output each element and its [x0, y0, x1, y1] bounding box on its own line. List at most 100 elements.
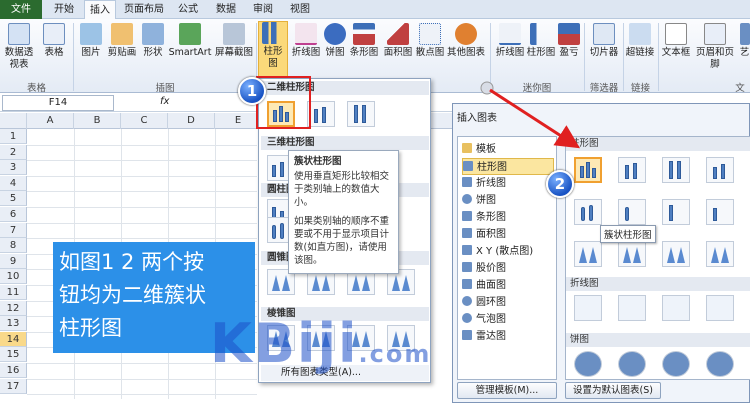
dialog-cone-option-4[interactable]: [706, 241, 734, 267]
sparkline-line-button[interactable]: 折线图: [494, 23, 526, 59]
name-box[interactable]: F14: [2, 95, 114, 111]
dialog-pie-option-4[interactable]: [706, 351, 734, 377]
dialog-pie-option-2[interactable]: [618, 351, 646, 377]
row-header[interactable]: 14: [0, 331, 27, 347]
list-item-scatter[interactable]: X Y (散点图): [462, 243, 554, 260]
button-label: 页眉和页脚: [695, 47, 734, 70]
tab-home[interactable]: 开始: [47, 0, 81, 19]
percent-column-2d-option[interactable]: [347, 101, 375, 127]
button-label: 折线图: [291, 47, 321, 58]
area-chart-button[interactable]: 面积图: [382, 23, 414, 59]
dialog-cone-option-1[interactable]: [574, 241, 602, 267]
bar-chart-button[interactable]: 条形图: [348, 23, 380, 59]
tab-insert[interactable]: 插入: [84, 0, 116, 20]
scatter-chart-button[interactable]: 散点图: [414, 23, 446, 59]
pivot-table-button[interactable]: 数据透视表: [2, 23, 36, 71]
dialog-pie-option-1[interactable]: [574, 351, 602, 377]
other-charts-button[interactable]: 其他图表: [446, 23, 486, 59]
list-item-radar[interactable]: 雷达图: [462, 328, 554, 345]
line-chart-button[interactable]: 折线图: [290, 23, 322, 59]
surface-icon: [462, 279, 472, 289]
column-chart-button[interactable]: 柱形图: [258, 21, 288, 79]
smartart-button[interactable]: SmartArt: [168, 23, 212, 59]
column-header-b[interactable]: B: [74, 113, 121, 129]
stacked-column-2d-option[interactable]: [307, 101, 335, 127]
screenshot-button[interactable]: 屏幕截图: [214, 23, 254, 59]
list-item-pie[interactable]: 饼图: [462, 192, 554, 209]
row-header[interactable]: 7: [0, 222, 27, 238]
row-header[interactable]: 2: [0, 144, 27, 160]
list-item-doughnut[interactable]: 圆环图: [462, 294, 554, 311]
tab-page-layout[interactable]: 页面布局: [120, 0, 168, 19]
button-label: 文本框: [661, 47, 691, 58]
wordart-button[interactable]: 艺: [739, 23, 750, 59]
dialog-cone-option-3[interactable]: [662, 241, 690, 267]
list-item-column[interactable]: 柱形图: [462, 158, 554, 175]
list-item-bar[interactable]: 条形图: [462, 209, 554, 226]
select-all-corner[interactable]: [0, 113, 27, 129]
slicer-button[interactable]: 切片器: [588, 23, 620, 59]
row-header[interactable]: 5: [0, 191, 27, 207]
manage-templates-button[interactable]: 管理模板(M)...: [457, 382, 557, 399]
button-label: 剪贴画: [107, 47, 137, 58]
pie-chart-button[interactable]: 饼图: [324, 23, 346, 59]
gridline: [27, 191, 257, 193]
dialog-column-option-2[interactable]: [618, 157, 646, 183]
list-item-bubble[interactable]: 气泡图: [462, 311, 554, 328]
table-button[interactable]: 表格: [40, 23, 68, 59]
clipart-button[interactable]: 剪贴画: [106, 23, 138, 59]
tab-formulas[interactable]: 公式: [172, 0, 204, 19]
list-item-area[interactable]: 面积图: [462, 226, 554, 243]
column-header-e[interactable]: E: [215, 113, 262, 129]
tab-file[interactable]: 文件: [0, 0, 42, 19]
dialog-line-option-3[interactable]: [662, 295, 690, 321]
row-header[interactable]: 6: [0, 207, 27, 222]
header-footer-button[interactable]: 页眉和页脚: [692, 23, 738, 71]
sparkline-column-button[interactable]: 柱形图: [526, 23, 556, 59]
dialog-cone-option-2[interactable]: [618, 241, 646, 267]
gridline: [27, 207, 257, 208]
row-header[interactable]: 16: [0, 363, 27, 378]
button-label: 屏幕截图: [214, 47, 253, 58]
row-header[interactable]: 3: [0, 160, 27, 176]
dialog-pie-option-3[interactable]: [662, 351, 690, 377]
dialog-column-option-5[interactable]: [574, 199, 602, 225]
button-label: 面积图: [383, 47, 413, 58]
shapes-button[interactable]: 形状: [140, 23, 166, 59]
sparkline-winloss-button[interactable]: 盈亏: [558, 23, 580, 59]
row-header[interactable]: 12: [0, 300, 27, 316]
list-item-line[interactable]: 折线图: [462, 175, 554, 192]
list-item-surface[interactable]: 曲面图: [462, 277, 554, 294]
dialog-column-option-4[interactable]: [706, 157, 734, 183]
dialog-clustered-column-option[interactable]: [574, 157, 602, 183]
set-default-chart-button[interactable]: 设置为默认图表(S): [565, 382, 661, 399]
row-header[interactable]: 13: [0, 316, 27, 332]
row-header[interactable]: 11: [0, 285, 27, 300]
other-charts-icon: [455, 23, 477, 45]
tab-data[interactable]: 数据: [210, 0, 242, 19]
picture-button[interactable]: 图片: [78, 23, 104, 59]
tab-view[interactable]: 视图: [284, 0, 316, 19]
dialog-column-option-6[interactable]: [618, 199, 646, 225]
dialog-line-option-2[interactable]: [618, 295, 646, 321]
row-header[interactable]: 1: [0, 129, 27, 144]
column-header-d[interactable]: D: [168, 113, 215, 129]
row-header[interactable]: 9: [0, 253, 27, 269]
list-item-stock[interactable]: 股价图: [462, 260, 554, 277]
dialog-column-option-3[interactable]: [662, 157, 690, 183]
textbox-button[interactable]: 文本框: [661, 23, 691, 59]
dialog-column-option-8[interactable]: [706, 199, 734, 225]
row-header[interactable]: 8: [0, 238, 27, 254]
tab-review[interactable]: 审阅: [247, 0, 279, 19]
column-header-a[interactable]: A: [27, 113, 74, 129]
dialog-line-option-1[interactable]: [574, 295, 602, 321]
fx-icon[interactable]: fx: [160, 96, 169, 107]
dialog-column-option-7[interactable]: [662, 199, 690, 225]
column-header-c[interactable]: C: [121, 113, 168, 129]
hyperlink-button[interactable]: 超链接: [624, 23, 656, 59]
row-header[interactable]: 10: [0, 269, 27, 285]
dialog-line-option-4[interactable]: [706, 295, 734, 321]
row-header[interactable]: 17: [0, 378, 27, 394]
row-header[interactable]: 4: [0, 175, 27, 191]
row-header[interactable]: 15: [0, 347, 27, 363]
